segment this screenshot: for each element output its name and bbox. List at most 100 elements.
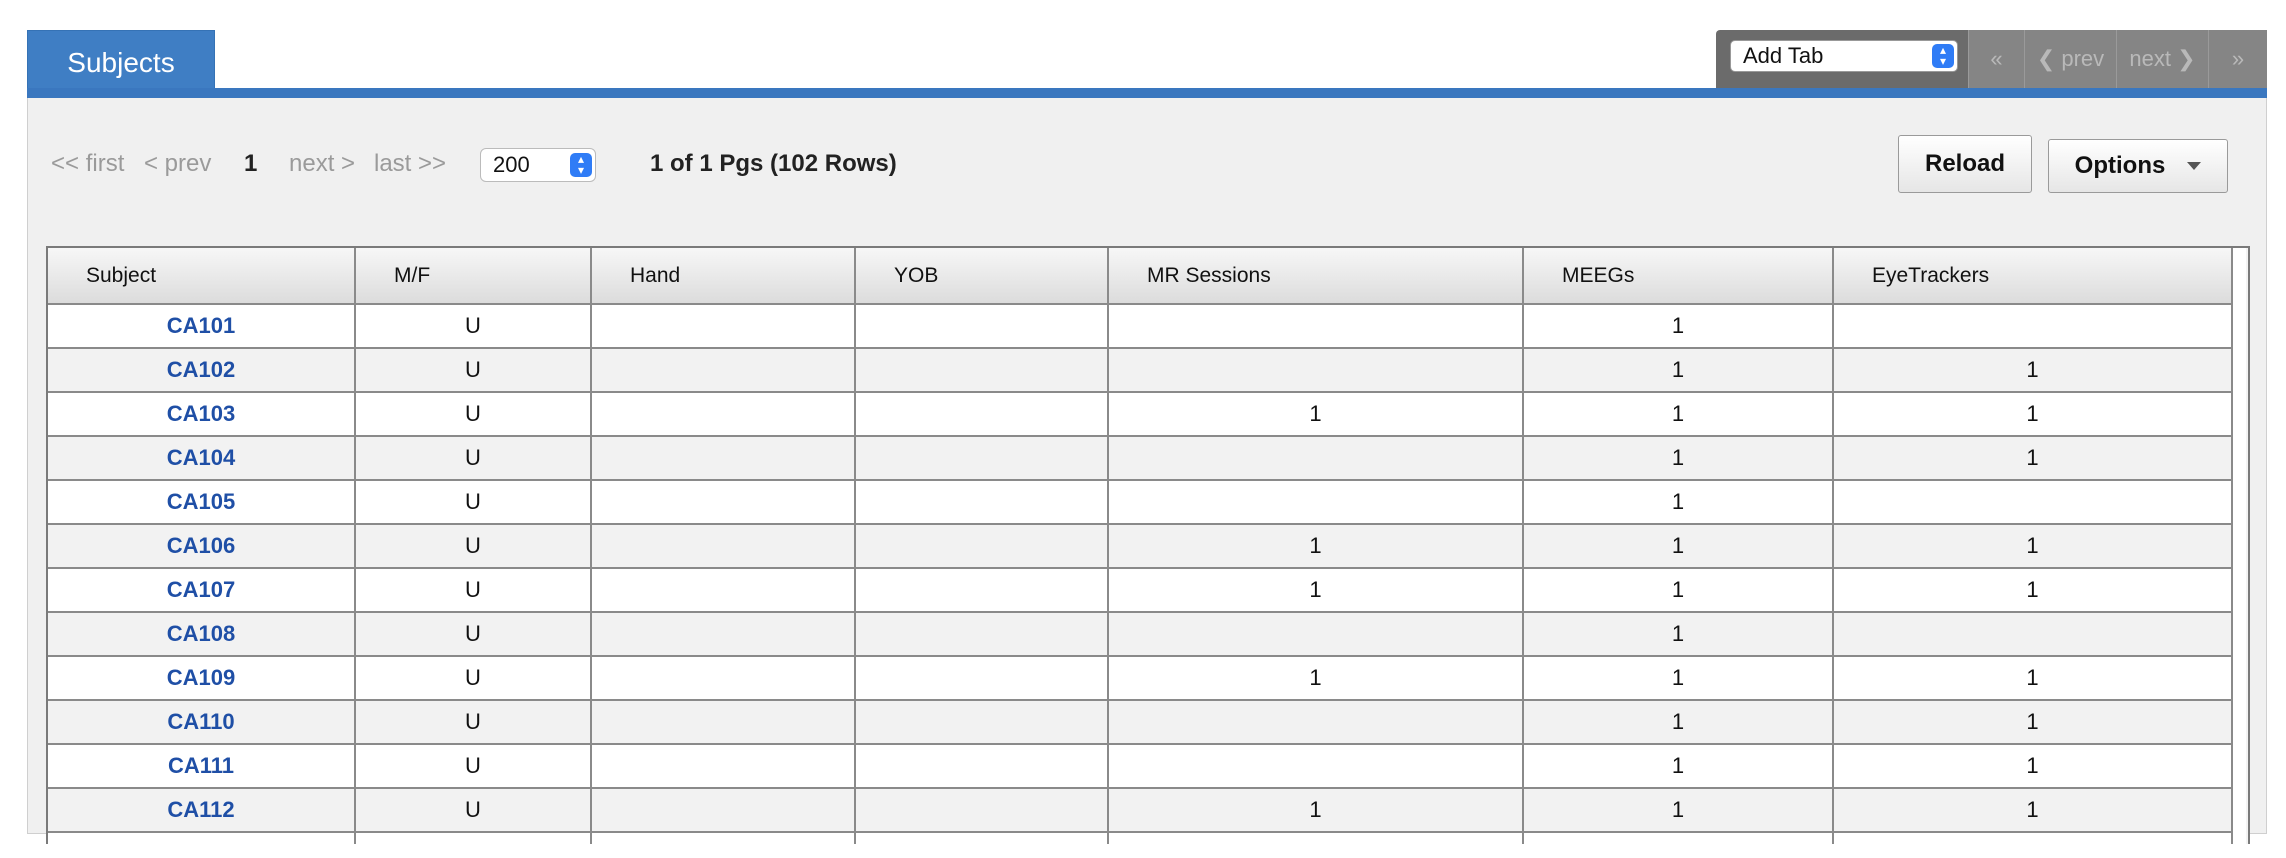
select-arrows-icon: ▴ ▾ [570, 153, 592, 177]
subjects-table: Subject M/F Hand YOB MR Sessions MEEGs EyeTrac… [46, 246, 2250, 844]
table-cell: U [355, 304, 592, 349]
subject-link[interactable] [48, 832, 356, 844]
column-header[interactable]: Subject [48, 248, 356, 305]
column-header[interactable]: YOB [855, 248, 1109, 305]
table-cell [1108, 304, 1524, 349]
table-cell [1833, 612, 2233, 657]
column-header[interactable]: EyeTrackers [1833, 248, 2233, 305]
table-cell [591, 524, 856, 569]
table-cell: 1 [1833, 524, 2233, 569]
reload-button[interactable]: Reload [1898, 135, 2032, 193]
rows-per-page-select[interactable]: 200 ▴ ▾ [480, 148, 596, 182]
table-cell: 1 [1523, 392, 1834, 437]
prev-tab-button[interactable]: ❮ prev [2024, 30, 2116, 88]
table-cell: 1 [1833, 392, 2233, 437]
vertical-scrollbar[interactable] [2246, 248, 2248, 844]
subject-link[interactable]: CA105 [48, 480, 356, 525]
table-cell: 1 [1833, 568, 2233, 613]
table-cell [855, 348, 1109, 393]
table-cell [591, 700, 856, 745]
subject-link[interactable]: CA103 [48, 392, 356, 437]
table-cell [591, 436, 856, 481]
table-cell [1523, 832, 1834, 844]
table-cell: 1 [1523, 568, 1834, 613]
subject-link[interactable]: CA112 [48, 788, 356, 833]
table-cell: U [355, 788, 592, 833]
first-tab-button[interactable]: « [1968, 30, 2024, 88]
subject-link[interactable]: CA108 [48, 612, 356, 657]
options-button[interactable]: Options [2048, 139, 2228, 193]
table-cell: 1 [1108, 524, 1524, 569]
table-cell [1108, 832, 1524, 844]
table-cell [855, 832, 1109, 844]
table-cell: 1 [1833, 788, 2233, 833]
pager-prev-link[interactable]: < prev [144, 150, 211, 178]
last-tab-button[interactable]: » [2208, 30, 2267, 88]
table-cell [1108, 700, 1524, 745]
add-tab-label: Add Tab [1743, 43, 1824, 68]
table-cell: 1 [1108, 392, 1524, 437]
table-cell [591, 568, 856, 613]
subject-link[interactable]: CA109 [48, 656, 356, 701]
table-row: CA106 U 1 1 1 [48, 524, 2233, 569]
table-cell [855, 700, 1109, 745]
tab-toolbar: Add Tab ▴ ▾ « ❮ prev next ❯ » [1716, 30, 2267, 88]
table-cell: 1 [1523, 480, 1834, 525]
column-header[interactable]: M/F [355, 248, 592, 305]
table-cell: 1 [1108, 568, 1524, 613]
table-cell: U [355, 392, 592, 437]
table-cell: 1 [1833, 700, 2233, 745]
table-row [48, 832, 2233, 844]
table-cell: U [355, 612, 592, 657]
add-tab-select[interactable]: Add Tab ▴ ▾ [1730, 40, 1958, 72]
table-row: CA101 U 1 [48, 304, 2233, 349]
table-cell: U [355, 656, 592, 701]
tab-underline [27, 88, 2267, 98]
table-cell [355, 832, 592, 844]
table-cell: 1 [1523, 788, 1834, 833]
pager-next-link[interactable]: next > [289, 150, 355, 178]
column-header[interactable]: MR Sessions [1108, 248, 1524, 305]
table-cell: 1 [1523, 700, 1834, 745]
table-cell [591, 832, 856, 844]
subject-link[interactable]: CA104 [48, 436, 356, 481]
subject-link[interactable]: CA102 [48, 348, 356, 393]
subject-link[interactable]: CA107 [48, 568, 356, 613]
table-cell [1108, 348, 1524, 393]
table-cell: U [355, 436, 592, 481]
table-cell: 1 [1523, 304, 1834, 349]
subject-link[interactable]: CA101 [48, 304, 356, 349]
table-row: CA107 U 1 1 1 [48, 568, 2233, 613]
table-container: << first < prev 1 next > last >> 200 ▴ ▾ … [27, 98, 2267, 844]
tab-subjects[interactable]: Subjects [27, 30, 215, 96]
select-arrows-icon: ▴ ▾ [1932, 44, 1954, 68]
subject-link[interactable]: CA106 [48, 524, 356, 569]
table-row: CA105 U 1 [48, 480, 2233, 525]
table-cell [855, 480, 1109, 525]
rows-per-page-value: 200 [493, 152, 530, 177]
table-row: CA102 U 1 1 [48, 348, 2233, 393]
table-cell [1833, 304, 2233, 349]
table-cell: U [355, 524, 592, 569]
table-row: CA108 U 1 [48, 612, 2233, 657]
table-cell [591, 656, 856, 701]
table-row: CA111 U 1 1 [48, 744, 2233, 789]
pager-first-link[interactable]: << first [51, 150, 124, 178]
next-tab-button[interactable]: next ❯ [2116, 30, 2208, 88]
table-cell [1833, 480, 2233, 525]
table-cell: 1 [1833, 348, 2233, 393]
table-cell: U [355, 480, 592, 525]
table-cell [591, 788, 856, 833]
column-header[interactable]: MEEGs [1523, 248, 1834, 305]
table-cell: 1 [1108, 788, 1524, 833]
reload-label: Reload [1924, 150, 2005, 177]
subject-link[interactable]: CA110 [48, 700, 356, 745]
table-cell: U [355, 348, 592, 393]
table-cell [1833, 832, 2233, 844]
table-cell [855, 524, 1109, 569]
table-row: CA109 U 1 1 1 [48, 656, 2233, 701]
pager-last-link[interactable]: last >> [374, 150, 446, 178]
subject-link[interactable]: CA111 [48, 744, 356, 789]
column-header[interactable]: Hand [591, 248, 856, 305]
table-cell [591, 744, 856, 789]
